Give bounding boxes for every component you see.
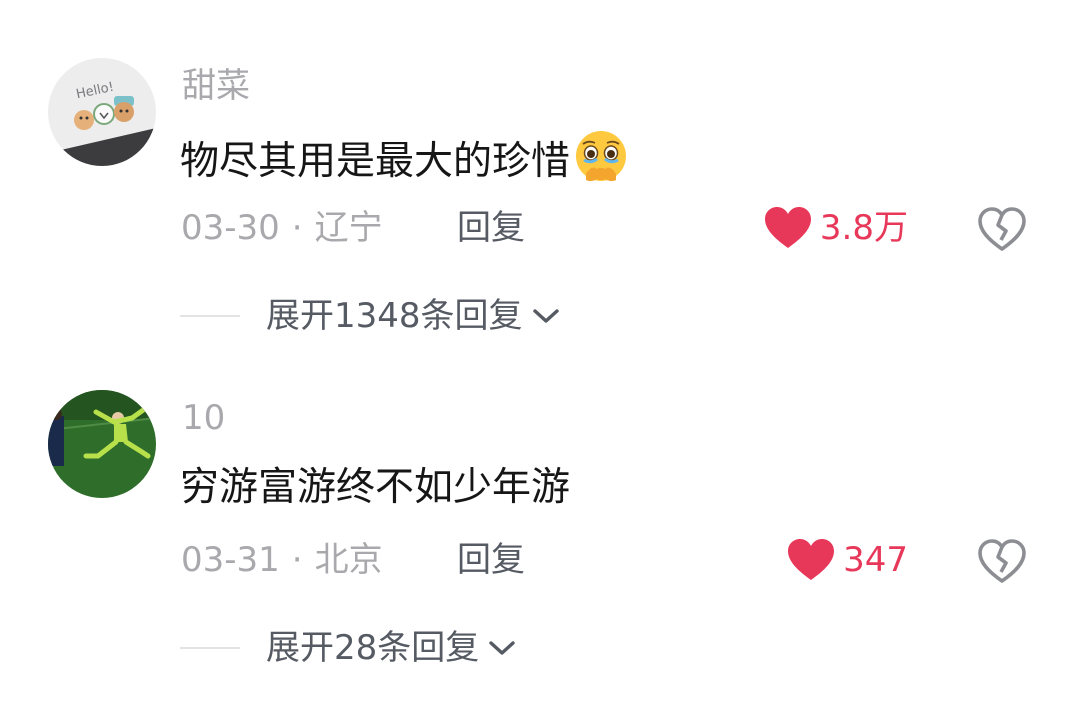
meta-separator: · — [291, 540, 303, 580]
divider-line — [180, 647, 240, 649]
comment-meta: 03-30 · 辽宁 — [181, 204, 383, 252]
user-avatar[interactable]: Hello! — [48, 58, 156, 166]
divider-line — [180, 315, 240, 317]
reply-button[interactable]: 回复 — [457, 536, 525, 584]
meta-separator: · — [291, 208, 303, 248]
expand-replies-button[interactable]: 展开28条回复 — [180, 624, 517, 672]
like-count: 347 — [843, 540, 908, 580]
broken-heart-icon[interactable] — [977, 206, 1027, 252]
chevron-down-icon — [489, 641, 515, 655]
comment-item: Hello! 甜菜 物尽其用是最大的珍惜 03-30 · 辽宁 回复 3.8万 … — [0, 0, 1084, 336]
comment-location: 辽宁 — [314, 208, 383, 248]
like-button[interactable]: 3.8万 — [764, 204, 908, 252]
heart-filled-icon — [788, 539, 835, 580]
comment-location: 北京 — [314, 540, 383, 580]
comment-text-row: 穷游富游终不如少年游 — [180, 460, 570, 516]
comment-text-row: 物尽其用是最大的珍惜 — [180, 128, 630, 190]
broken-heart-icon[interactable] — [977, 538, 1027, 584]
comment-username[interactable]: 10 — [182, 396, 225, 440]
holding-back-tears-emoji-icon — [576, 131, 627, 182]
avatar-hello-cartoon-icon: Hello! — [48, 58, 156, 166]
comment-text: 穷游富游终不如少年游 — [180, 465, 571, 510]
expand-replies-label: 展开28条回复 — [266, 628, 480, 668]
chevron-down-icon — [532, 309, 559, 323]
like-count: 3.8万 — [819, 208, 908, 248]
comment-meta: 03-31 · 北京 — [181, 536, 383, 584]
user-avatar[interactable] — [48, 390, 156, 498]
heart-filled-icon — [764, 207, 811, 248]
like-button[interactable]: 347 — [787, 536, 908, 584]
comment-date: 03-31 — [181, 540, 280, 580]
comment-username[interactable]: 甜菜 — [182, 64, 250, 108]
avatar-goalkeeper-photo-icon — [48, 390, 156, 498]
reply-button[interactable]: 回复 — [457, 204, 525, 252]
comment-text: 物尽其用是最大的珍惜 — [180, 139, 571, 184]
comment-date: 03-30 — [181, 208, 280, 248]
comment-item: 10 穷游富游终不如少年游 03-31 · 北京 回复 347 展开28条回复 — [0, 332, 1084, 668]
